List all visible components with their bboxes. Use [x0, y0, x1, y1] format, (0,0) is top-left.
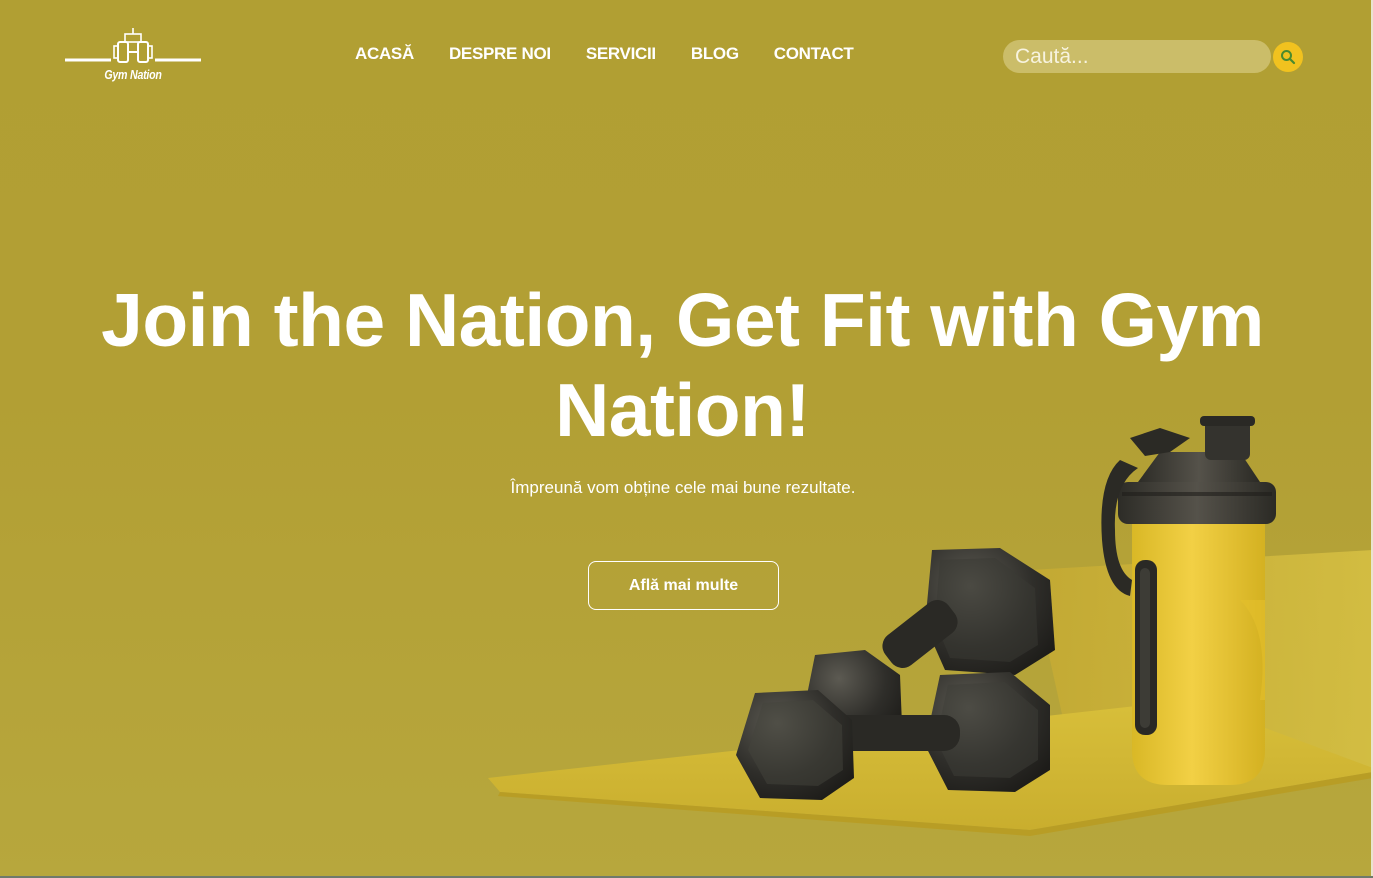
learn-more-button[interactable]: Află mai multe — [588, 561, 779, 610]
nav-item-despre-noi[interactable]: DESPRE NOI — [449, 44, 551, 64]
hero-illustration — [488, 416, 1373, 836]
search-input[interactable] — [1003, 40, 1271, 73]
nav-item-contact[interactable]: CONTACT — [774, 44, 854, 64]
main-nav: ACASĂ DESPRE NOI SERVICII BLOG CONTACT — [355, 44, 854, 64]
search-icon — [1281, 50, 1296, 65]
brand-logo[interactable]: Gym Nation — [63, 26, 203, 88]
brand-name: Gym Nation — [104, 67, 162, 82]
hero-subtitle: Împreună vom obține cele mai bune rezult… — [510, 478, 856, 497]
hero-title: Join the Nation, Get Fit with Gym Nation… — [101, 278, 1264, 452]
dumbbell-logo-icon — [65, 28, 201, 63]
search-button[interactable] — [1273, 42, 1303, 72]
page: Gym Nation ACASĂ DESPRE NOI SERVICII BLO… — [0, 0, 1373, 878]
nav-item-acasa[interactable]: ACASĂ — [355, 44, 414, 64]
nav-item-blog[interactable]: BLOG — [691, 44, 739, 64]
nav-item-servicii[interactable]: SERVICII — [586, 44, 656, 64]
